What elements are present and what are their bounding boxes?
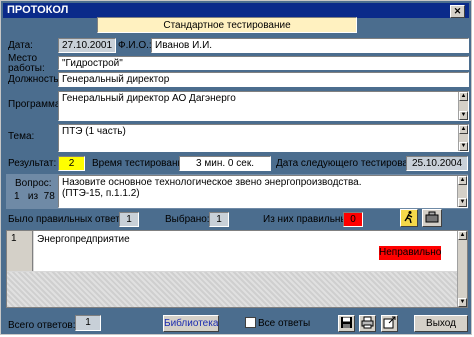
question-total: 78: [43, 191, 55, 202]
next-date-value: 25.10.2004: [406, 156, 468, 171]
question-text: Назовите основное технологическое звено …: [58, 175, 468, 208]
selected-value: 1: [209, 212, 229, 227]
scroll-down-icon[interactable]: ▼: [458, 198, 467, 207]
export-icon: [383, 316, 396, 329]
library-button[interactable]: Библиотека: [163, 315, 219, 332]
next-date-label: Дата следующего тестирования:: [276, 158, 428, 169]
program-field: Генеральный директор АО Дагэнерго: [58, 91, 469, 121]
date-value: 27.10.2001: [58, 38, 116, 53]
all-answers-checkbox[interactable]: [245, 317, 256, 328]
all-answers-label[interactable]: Все ответы: [258, 318, 310, 329]
topic-field: ПТЭ (1 часть): [58, 124, 469, 152]
question-label: Вопрос:: [15, 178, 52, 189]
question-scrollbar[interactable]: ▲ ▼: [457, 176, 467, 207]
fio-label: Ф.И.О.:: [118, 40, 152, 51]
result-value: 2: [58, 156, 85, 171]
test-mode-banner: Стандартное тестирование: [97, 17, 357, 33]
scroll-down-icon[interactable]: ▼: [458, 298, 467, 307]
answer-status-badge: Неправильно: [379, 246, 442, 260]
answers-scrollbar[interactable]: ▲ ▼: [457, 231, 467, 307]
scroll-up-icon[interactable]: ▲: [458, 231, 467, 240]
position-field: Генеральный директор: [58, 72, 469, 87]
workplace-field: "Гидрострой": [58, 56, 469, 70]
of-them-correct-label: Из них правильных:: [263, 214, 356, 225]
protocol-window: ПРОТОКОЛ ✕ Стандартное тестирование Дата…: [0, 0, 472, 335]
empty-rows-area: [7, 272, 457, 307]
runner-icon: [404, 211, 413, 224]
export-button[interactable]: [381, 315, 398, 332]
save-button[interactable]: [338, 315, 355, 332]
total-answers-label: Всего ответов:: [8, 320, 76, 331]
program-label: Программа:: [8, 99, 64, 110]
question-line-1: Назовите основное технологическое звено …: [62, 177, 362, 188]
answers-grid: 1 Энергопредприятие Неправильно ▲ ▼: [6, 230, 468, 308]
scroll-up-icon[interactable]: ▲: [459, 125, 468, 134]
question-counter: 1 из 78: [14, 191, 55, 202]
runner-button[interactable]: [400, 209, 418, 227]
scroll-down-icon[interactable]: ▼: [459, 142, 468, 151]
selected-label: Выбрано:: [165, 214, 210, 225]
print-icon: [361, 316, 374, 329]
scroll-up-icon[interactable]: ▲: [459, 92, 468, 101]
question-line-2: (ПТЭ-15, п.1.1.2): [62, 188, 140, 199]
scroll-down-icon[interactable]: ▼: [459, 111, 468, 120]
print-button[interactable]: [359, 315, 376, 332]
of-them-correct-value: 0: [343, 212, 363, 227]
scroll-up-icon[interactable]: ▲: [458, 176, 467, 185]
answer-text: Энергопредприятие: [37, 234, 130, 245]
total-answers-value: 1: [75, 315, 101, 331]
answer-row-number: 1: [7, 231, 33, 271]
topic-scrollbar[interactable]: ▲ ▼: [458, 125, 468, 151]
time-value: 3 мин. 0 сек.: [179, 156, 271, 171]
program-text: Генеральный директор АО Дагэнерго: [62, 93, 236, 104]
question-of: из: [27, 191, 39, 202]
result-label: Результат:: [8, 158, 57, 169]
tool-icon: [425, 211, 439, 223]
date-label: Дата:: [8, 40, 33, 51]
question-number: 1: [14, 191, 20, 202]
correct-count-label: Было правильных ответов:: [8, 214, 134, 225]
title-bar: ПРОТОКОЛ ✕: [3, 3, 469, 18]
window-title: ПРОТОКОЛ: [7, 4, 69, 16]
correct-count-value: 1: [119, 212, 139, 227]
workplace-label: Место работы:: [8, 53, 45, 74]
fio-field: Иванов И.И.: [151, 38, 469, 53]
position-label: Должность:: [8, 74, 62, 85]
program-scrollbar[interactable]: ▲ ▼: [458, 92, 468, 120]
tool-button[interactable]: [422, 209, 442, 227]
topic-label: Тема:: [8, 131, 35, 142]
close-button[interactable]: ✕: [450, 5, 465, 18]
exit-button[interactable]: Выход: [414, 315, 468, 332]
time-label: Время тестирования:: [92, 158, 192, 169]
save-icon: [341, 317, 352, 328]
topic-text: ПТЭ (1 часть): [62, 126, 126, 137]
